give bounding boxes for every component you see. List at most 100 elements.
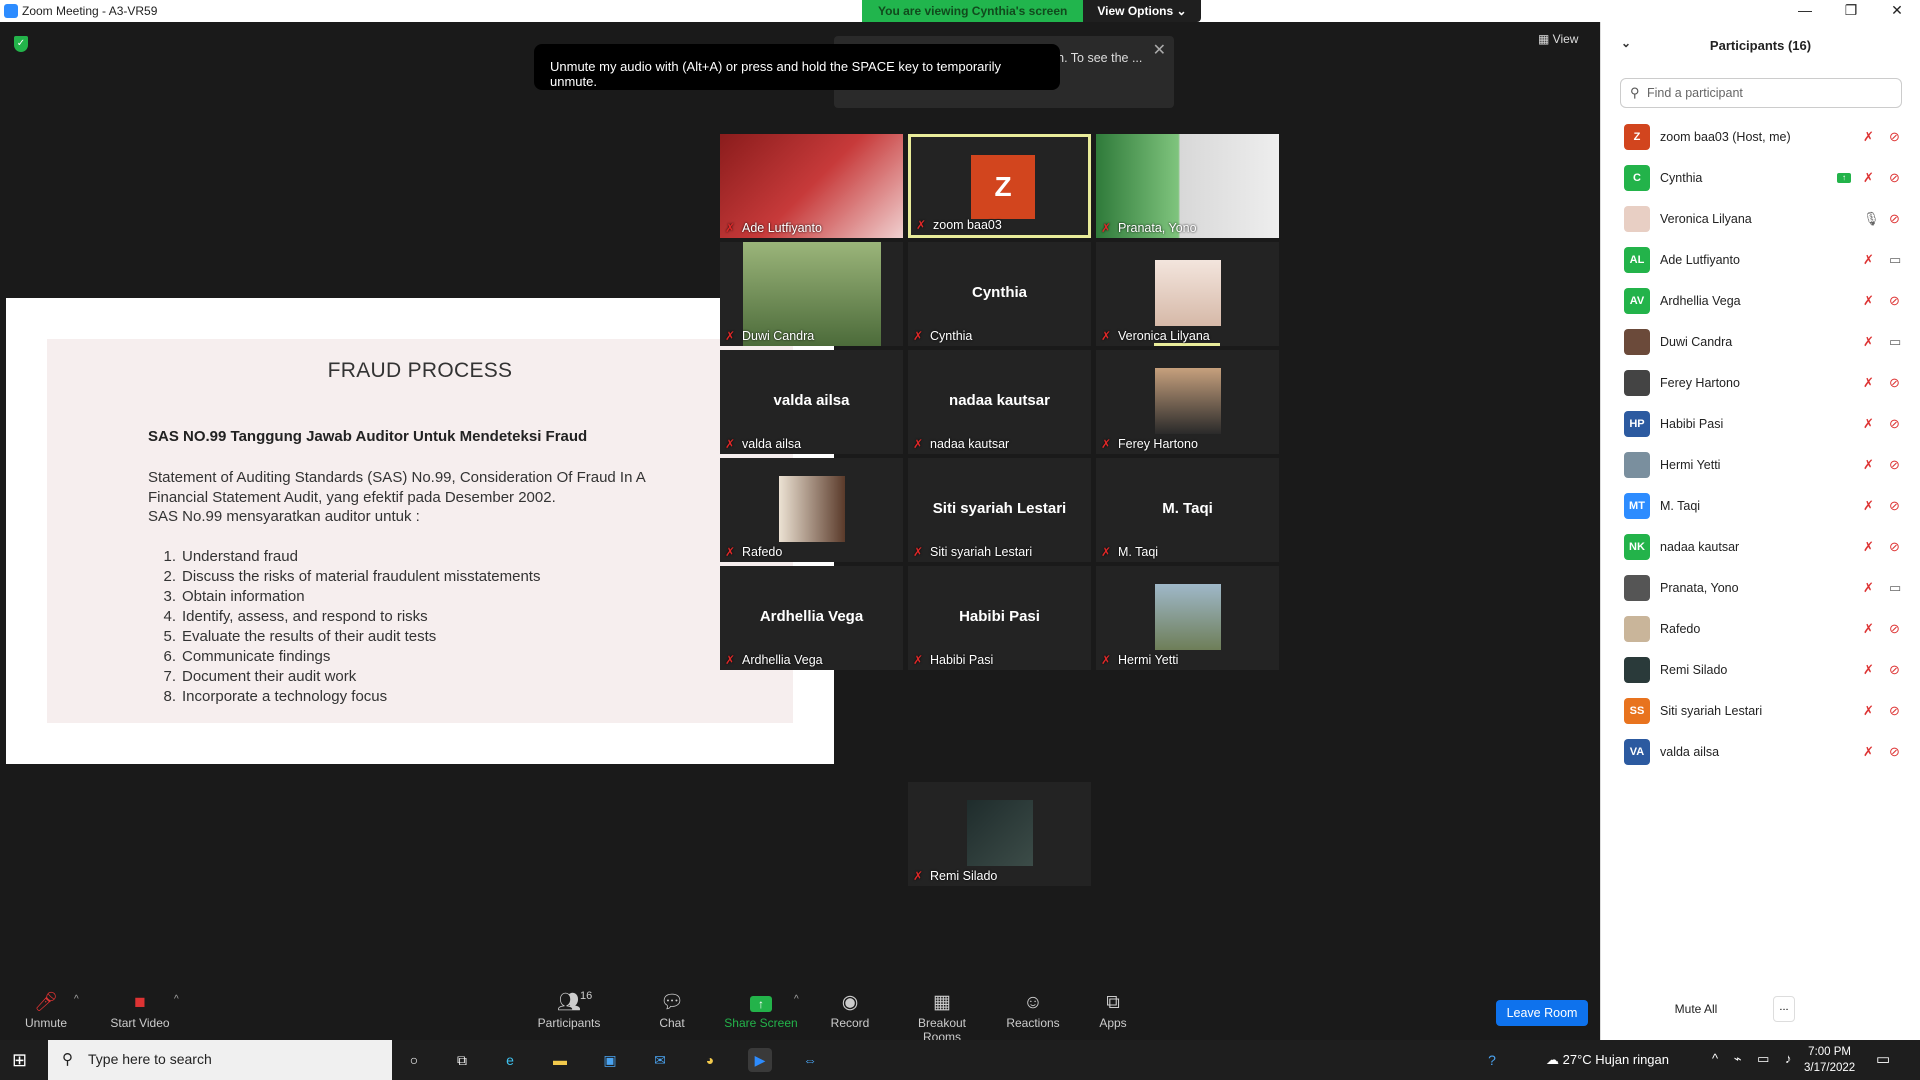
participant-row[interactable]: AV Ardhellia Vega ✗ ⊘ — [1601, 280, 1920, 321]
video-tile[interactable]: Cynthia ✗ Cynthia — [908, 242, 1091, 346]
microsoft-store-icon[interactable]: ▣ — [598, 1048, 622, 1072]
leave-room-button[interactable]: Leave Room — [1496, 1000, 1588, 1026]
participant-name: Ferey Hartono — [1660, 375, 1740, 390]
participant-row[interactable]: Zzoom baa03 (Host, me) ✗ ⊘ — [1601, 116, 1920, 157]
microphone-muted-icon: ✗ — [1100, 652, 1112, 667]
more-options-button[interactable]: ... — [1773, 996, 1795, 1022]
taskbar-search-input[interactable]: ⚲ Type here to search — [48, 1040, 392, 1080]
system-tray-icons[interactable]: ^ ⌁ ▭ ♪ — [1712, 1051, 1798, 1067]
close-notice-icon[interactable]: ✕ — [1153, 42, 1166, 59]
view-options-button[interactable]: View Options ⌄ — [1083, 0, 1201, 22]
chrome-icon[interactable]: ◕ — [698, 1048, 722, 1072]
participant-row[interactable]: NK nadaa kautsar ✗ ⊘ — [1601, 526, 1920, 567]
taskbar-clock[interactable]: 7:00 PM 3/17/2022 — [1804, 1044, 1855, 1076]
mail-icon[interactable]: ✉ — [648, 1048, 672, 1072]
microphone-muted-icon: ✗ — [1100, 328, 1112, 343]
microphone-muted-icon: ✗ — [1863, 661, 1874, 677]
participant-row[interactable]: Veronica Lilyana 🎙︎ ⊘ — [1601, 198, 1920, 239]
grid-view-icon: ▦ — [1538, 32, 1553, 46]
video-gallery: ✗ Ade Lutfiyanto Z ✗ zoom baa03 ✗ Pranata, Yon… — [720, 134, 1566, 944]
audio-options-caret-icon[interactable]: ^ — [74, 994, 79, 1005]
participant-list: Zzoom baa03 (Host, me) ✗ ⊘ C Cynthia ↑ ✗ ⊘ Veron… — [1601, 116, 1920, 772]
close-window-button[interactable]: ✕ — [1874, 0, 1920, 22]
breakout-rooms-icon: ▦ — [933, 992, 951, 1013]
restore-button[interactable]: ❐ — [1828, 0, 1874, 22]
breakout-rooms-button[interactable]: ▦ Breakout Rooms — [898, 990, 986, 1044]
edge-browser-icon[interactable]: e — [498, 1048, 522, 1072]
participant-row[interactable]: Duwi Candra ✗ ▭ — [1601, 321, 1920, 362]
start-video-button[interactable]: ■ Start Video — [104, 990, 176, 1038]
cortana-icon[interactable]: ○ — [402, 1048, 426, 1072]
record-button[interactable]: ◉ Record — [828, 990, 872, 1038]
microphone-muted-icon: ✗ — [1863, 579, 1874, 595]
participant-row[interactable]: MT M. Taqi ✗ ⊘ — [1601, 485, 1920, 526]
participant-label: ✗ Ade Lutfiyanto — [724, 220, 822, 235]
share-screen-button[interactable]: ↑ Share Screen — [724, 990, 798, 1038]
reactions-button[interactable]: ☺ Reactions — [1006, 990, 1060, 1038]
zoom-taskbar-icon[interactable]: ▶ — [748, 1048, 772, 1072]
video-options-caret-icon[interactable]: ^ — [174, 994, 179, 1005]
list-text: Evaluate the results of their audit test… — [182, 628, 437, 645]
file-explorer-icon[interactable]: ▬ — [548, 1048, 572, 1072]
slide-para-2: SAS No.99 mensyaratkan auditor untuk : — [148, 508, 420, 525]
participant-label: ✗ Hermi Yetti — [1100, 652, 1179, 667]
participant-row[interactable]: VA valda ailsa ✗ ⊘ — [1601, 731, 1920, 772]
participant-row[interactable]: Remi Silado ✗ ⊘ — [1601, 649, 1920, 690]
participant-profile-picture — [966, 800, 1033, 866]
chat-button[interactable]: 💬︎ Chat — [652, 990, 692, 1038]
participant-row[interactable]: Rafedo ✗ ⊘ — [1601, 608, 1920, 649]
participant-row[interactable]: Hermi Yetti ✗ ⊘ — [1601, 444, 1920, 485]
participant-row[interactable]: AL Ade Lutfiyanto ✗ ▭ — [1601, 239, 1920, 280]
teamviewer-icon[interactable]: ⇔ — [798, 1048, 822, 1072]
search-icon: ⚲ — [1630, 85, 1640, 100]
notifications-icon[interactable]: ▭ — [1876, 1050, 1890, 1068]
panel-footer: Mute All ... — [1601, 990, 1920, 1030]
participant-row[interactable]: Pranata, Yono ✗ ▭ — [1601, 567, 1920, 608]
video-tile[interactable]: ✗ Hermi Yetti — [1096, 566, 1279, 670]
participants-button[interactable]: 👥︎ 16 Participants — [536, 990, 602, 1038]
video-tile[interactable]: valda ailsa ✗ valda ailsa — [720, 350, 903, 454]
camera-off-icon: ⊘ — [1889, 661, 1900, 677]
video-tile[interactable]: ✗ Rafedo — [720, 458, 903, 562]
participant-search-input[interactable]: ⚲ Find a participant — [1620, 78, 1902, 108]
video-tile[interactable]: M. Taqi ✗ M. Taqi — [1096, 458, 1279, 562]
weather-widget[interactable]: ☁ 27°C Hujan ringan — [1546, 1052, 1669, 1068]
video-tile[interactable]: ✗ Ferey Hartono — [1096, 350, 1279, 454]
participants-count: 16 — [580, 990, 593, 1002]
minimize-button[interactable]: — — [1782, 0, 1828, 22]
participant-row[interactable]: SS Siti syariah Lestari ✗ ⊘ — [1601, 690, 1920, 731]
video-tile[interactable]: nadaa kautsar ✗ nadaa kautsar — [908, 350, 1091, 454]
participant-row[interactable]: HP Habibi Pasi ✗ ⊘ — [1601, 403, 1920, 444]
video-tile[interactable]: ✗ Ade Lutfiyanto — [720, 134, 903, 238]
video-tile[interactable]: Ardhellia Vega ✗ Ardhellia Vega — [720, 566, 903, 670]
slide-para-1: Statement of Auditing Standards (SAS) No… — [148, 469, 645, 506]
video-tile[interactable]: Z ✗ zoom baa03 — [908, 134, 1091, 238]
windows-start-icon[interactable]: ⊞ — [12, 1050, 27, 1071]
task-view-icon[interactable]: ⧉ — [450, 1048, 474, 1072]
apps-button[interactable]: ⧉ Apps — [1096, 990, 1130, 1038]
microphone-muted-icon: ✗ — [1863, 497, 1874, 513]
view-button[interactable]: ▦ View — [1538, 32, 1578, 46]
encryption-shield-icon[interactable]: ✓ — [14, 36, 28, 52]
collapse-chevron-icon[interactable]: ⌄ — [1621, 36, 1631, 50]
window-title: Zoom Meeting - A3-VR59 — [22, 4, 158, 18]
unmute-button[interactable]: 🎤︎ Unmute — [16, 990, 76, 1038]
camera-off-icon: ⊘ — [1889, 128, 1900, 144]
list-number: 7. — [163, 668, 176, 685]
microphone-muted-icon: ✗ — [1100, 544, 1112, 559]
video-tile[interactable]: ✗ Remi Silado — [908, 782, 1091, 886]
video-tile[interactable]: Habibi Pasi ✗ Habibi Pasi — [908, 566, 1091, 670]
participant-row[interactable]: Ferey Hartono ✗ ⊘ — [1601, 362, 1920, 403]
mute-all-button[interactable]: Mute All — [1653, 996, 1739, 1022]
avatar: AV — [1624, 287, 1650, 314]
window-controls: — ❐ ✕ — [1782, 0, 1920, 22]
video-tile[interactable]: Siti syariah Lestari ✗ Siti syariah Lestar… — [908, 458, 1091, 562]
video-tile[interactable]: ✗ Veronica Lilyana — [1096, 242, 1279, 346]
video-tile[interactable]: ✗ Pranata, Yono — [1096, 134, 1279, 238]
microphone-muted-icon: ✗ — [1863, 333, 1874, 349]
participant-row[interactable]: C Cynthia ↑ ✗ ⊘ — [1601, 157, 1920, 198]
help-icon[interactable]: ? — [1480, 1048, 1504, 1072]
video-tile[interactable]: ✗ Duwi Candra — [720, 242, 903, 346]
microphone-muted-icon: ✗ — [724, 544, 736, 559]
share-options-caret-icon[interactable]: ^ — [794, 994, 799, 1005]
